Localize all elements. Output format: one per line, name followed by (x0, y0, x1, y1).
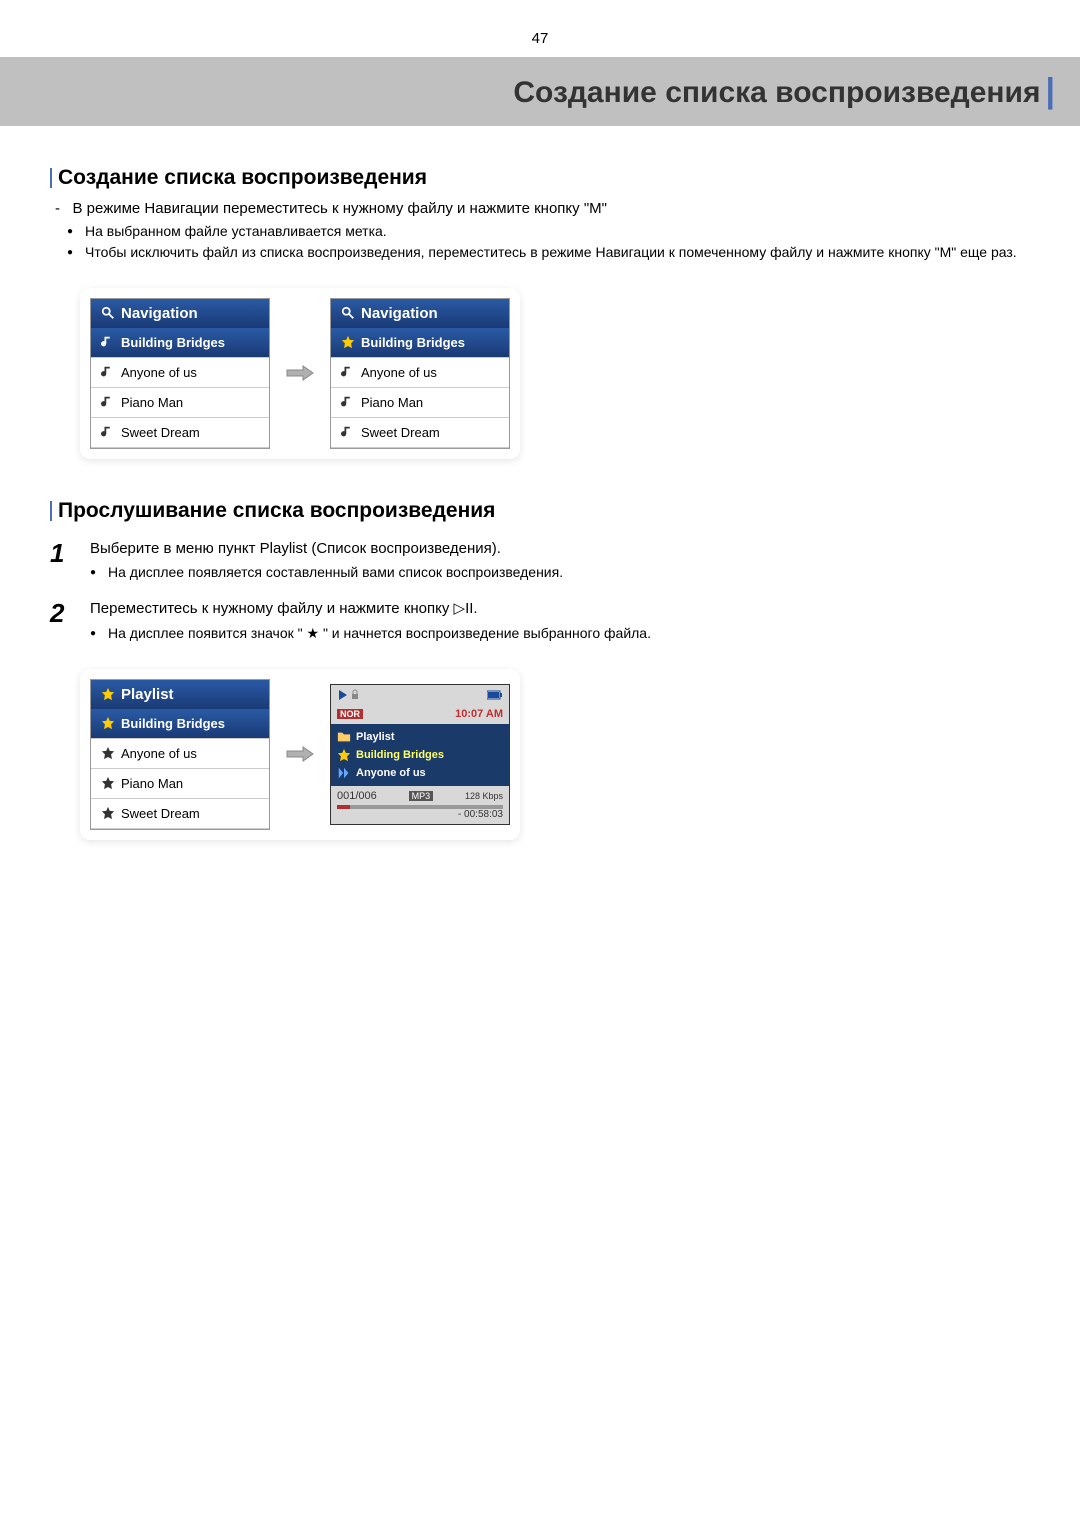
player-list: Playlist Building Bridges Anyone of us (331, 724, 509, 786)
clock-time: 10:07 AM (455, 708, 503, 720)
list-item-label: Sweet Dream (121, 806, 200, 821)
list-item: Building Bridges (91, 709, 269, 739)
list-item: Sweet Dream (331, 418, 509, 448)
page-number: 47 (0, 0, 1080, 57)
list-item-label: Piano Man (121, 776, 183, 791)
step-main-text: Переместитесь к нужному файлу и нажмите … (90, 598, 1030, 621)
time-remaining: - 00:58:03 (337, 809, 503, 820)
folder-icon (337, 730, 351, 744)
player-track-current: Building Bridges (337, 746, 503, 764)
list-item-label: Sweet Dream (361, 425, 440, 440)
list-item-label: Sweet Dream (121, 425, 200, 440)
forward-icon (337, 766, 351, 780)
instruction-main: В режиме Навигации переместитесь к нужно… (73, 200, 607, 217)
instruction-text: - В режиме Навигации переместитесь к нуж… (65, 198, 1030, 221)
list-item: Piano Man (91, 388, 269, 418)
magnifier-icon (341, 306, 355, 320)
music-note-icon (341, 365, 355, 379)
player-list-label: Playlist (356, 731, 395, 743)
bullet-text: На выбранном файле устанавливается метка… (85, 221, 1030, 242)
star-icon (101, 776, 115, 790)
screen-header-text: Navigation (121, 305, 198, 322)
list-item-label: Anyone of us (121, 365, 197, 380)
arrow-right-icon (285, 363, 315, 383)
screen-header: Navigation (91, 299, 269, 328)
list-item: Building Bridges (91, 328, 269, 358)
track-counter: 001/006 (337, 790, 377, 802)
star-icon (101, 746, 115, 760)
player-status-bar (331, 685, 509, 708)
section-heading-create: Создание списка воспроизведения (50, 166, 1030, 190)
player-track-label: Building Bridges (356, 749, 444, 761)
screens-row-navigation: Navigation Building Bridges Anyone of us… (80, 288, 520, 459)
screen-header-text: Navigation (361, 305, 438, 322)
music-note-icon (101, 425, 115, 439)
list-item: Piano Man (331, 388, 509, 418)
device-screen-player: NOR 10:07 AM Playlist Building Bridges A… (330, 684, 510, 825)
star-icon (101, 806, 115, 820)
title-separator: | (1045, 72, 1055, 110)
step-number: 1 (50, 538, 75, 584)
step-number: 2 (50, 598, 75, 644)
device-screen-playlist: Playlist Building Bridges Anyone of us P… (90, 679, 270, 830)
lock-icon (349, 689, 361, 704)
list-item-label: Building Bridges (121, 335, 225, 350)
list-item-label: Piano Man (121, 395, 183, 410)
numbered-step: 1 Выберите в меню пункт Playlist (Список… (50, 538, 1030, 584)
bullet-text: Чтобы исключить файл из списка воспроизв… (85, 242, 1030, 263)
list-item-label: Anyone of us (121, 746, 197, 761)
step-sub-bullet: На дисплее появится значок " ★ " и начне… (90, 623, 1030, 644)
arrow-right-icon (285, 744, 315, 764)
list-item: Anyone of us (91, 739, 269, 769)
format-badge: MP3 (409, 791, 434, 801)
player-status-bar-2: NOR 10:07 AM (331, 708, 509, 724)
screen-header: Navigation (331, 299, 509, 328)
device-screen-nav-after: Navigation Building Bridges Anyone of us… (330, 298, 510, 449)
magnifier-icon (101, 306, 115, 320)
progress-bar (337, 805, 503, 809)
numbered-step: 2 Переместитесь к нужному файлу и нажмит… (50, 598, 1030, 644)
music-note-icon (101, 335, 115, 349)
screen-header: Playlist (91, 680, 269, 709)
screens-row-playlist: Playlist Building Bridges Anyone of us P… (80, 669, 520, 840)
star-icon (341, 335, 355, 349)
battery-icon (487, 690, 503, 703)
list-item: Anyone of us (331, 358, 509, 388)
list-item: Building Bridges (331, 328, 509, 358)
music-note-icon (341, 425, 355, 439)
screen-header-text: Playlist (121, 686, 174, 703)
bitrate-label: 128 Kbps (465, 791, 503, 801)
player-list-header: Playlist (337, 728, 503, 746)
star-icon (101, 687, 115, 701)
player-bottom-bar: 001/006 MP3 128 Kbps - 00:58:03 (331, 786, 509, 824)
player-track-label: Anyone of us (356, 767, 426, 779)
star-icon (337, 748, 351, 762)
list-item-label: Anyone of us (361, 365, 437, 380)
device-screen-nav-before: Navigation Building Bridges Anyone of us… (90, 298, 270, 449)
page-title-bar: Создание списка воспроизведения| (0, 57, 1080, 126)
step-sub-bullet: На дисплее появляется составленный вами … (90, 562, 1030, 583)
list-item-label: Building Bridges (361, 335, 465, 350)
play-icon (337, 689, 349, 704)
music-note-icon (101, 395, 115, 409)
music-note-icon (101, 365, 115, 379)
page-title: Создание списка воспроизведения (513, 76, 1040, 109)
star-icon (101, 716, 115, 730)
nor-badge: NOR (337, 709, 363, 719)
player-track-next: Anyone of us (337, 764, 503, 782)
list-item: Piano Man (91, 769, 269, 799)
music-note-icon (341, 395, 355, 409)
list-item-label: Piano Man (361, 395, 423, 410)
list-item: Sweet Dream (91, 418, 269, 448)
step-main-text: Выберите в меню пункт Playlist (Список в… (90, 538, 1030, 561)
list-item: Anyone of us (91, 358, 269, 388)
section-heading-listen: Прослушивание списка воспроизведения (50, 499, 1030, 523)
list-item: Sweet Dream (91, 799, 269, 829)
list-item-label: Building Bridges (121, 716, 225, 731)
